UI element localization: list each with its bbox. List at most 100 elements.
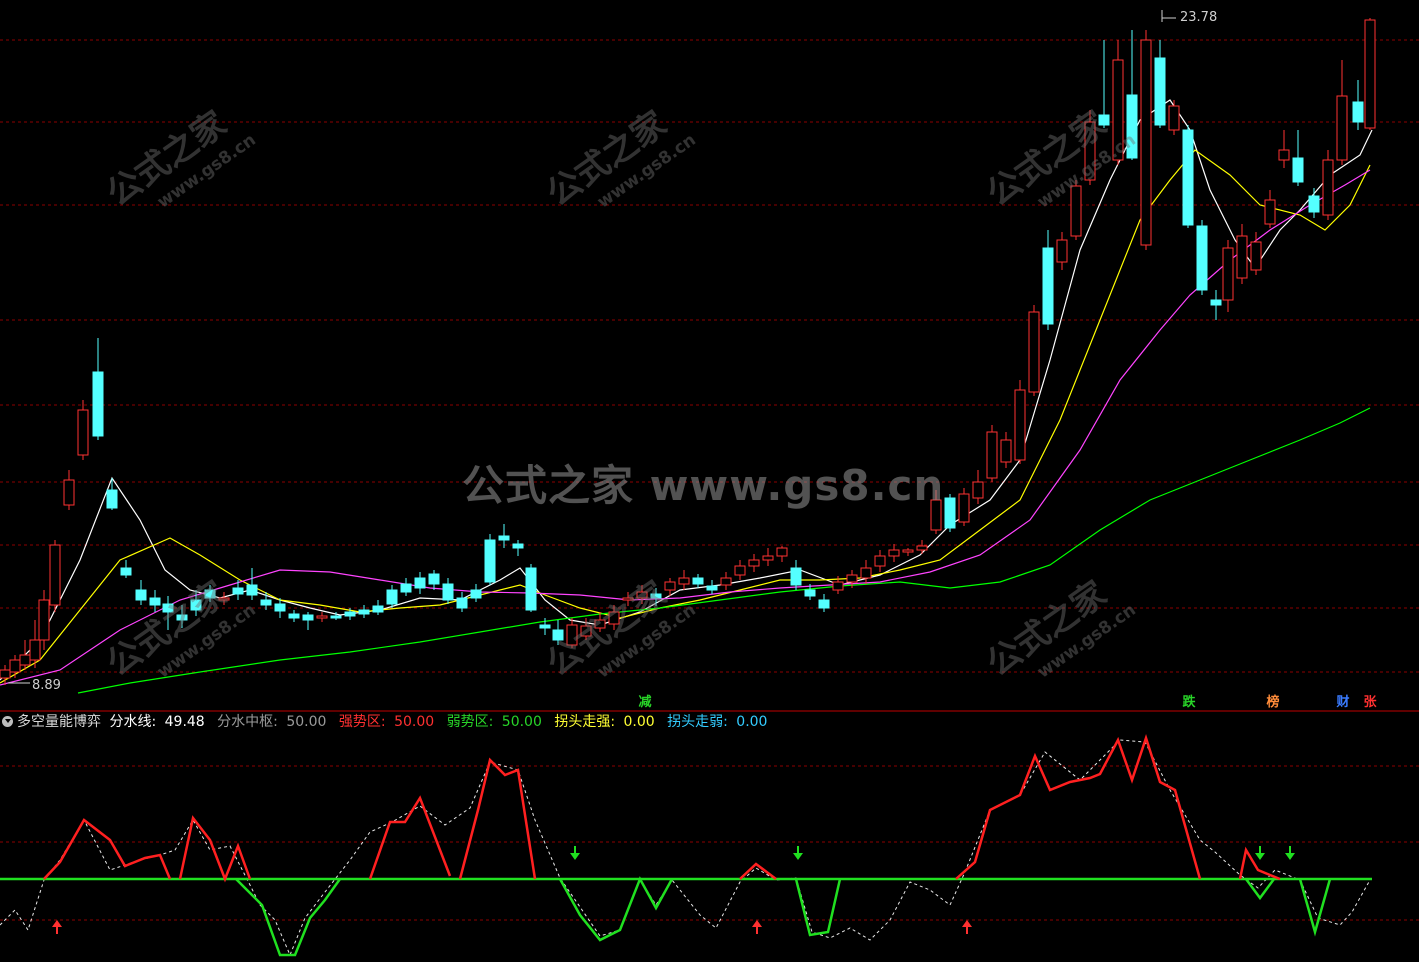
candle-body — [874, 555, 886, 567]
candle-body — [860, 567, 872, 579]
candle-body — [77, 409, 89, 456]
watershed-line — [0, 739, 1371, 957]
candle-body — [1222, 247, 1234, 301]
candle-body — [1182, 129, 1194, 226]
candle-body — [0, 669, 11, 679]
candle-body — [246, 584, 258, 596]
candle-body — [316, 615, 328, 619]
field-guaitouzouqiang: 拐头走强: 0.00 — [554, 714, 655, 730]
candle-body — [1042, 247, 1054, 325]
candle-body — [386, 589, 398, 605]
candle-body — [916, 545, 928, 551]
candle-body — [1028, 311, 1040, 393]
candle-body — [1336, 95, 1348, 161]
candle-body — [1308, 195, 1320, 213]
tag-zhang[interactable]: 张 — [1361, 694, 1379, 711]
strong-segment — [739, 862, 777, 880]
tag-cai[interactable]: 财 — [1334, 694, 1352, 711]
weak-segment — [794, 878, 842, 937]
low-price-label: 8.89 — [32, 678, 61, 693]
candle-body — [1056, 239, 1068, 263]
center-watermark: 公式之家 www.gs8.cn — [462, 461, 945, 510]
candle-body — [818, 599, 830, 609]
candle-body — [428, 573, 440, 585]
candle-body — [776, 547, 788, 557]
tag-bang[interactable]: 榜 — [1264, 694, 1282, 711]
candle-body — [1322, 159, 1334, 216]
candle-body — [358, 609, 370, 615]
candle-body — [1070, 185, 1082, 237]
candle-body — [790, 567, 802, 586]
candle-body — [106, 489, 118, 509]
strong-segment — [458, 757, 537, 880]
candle-body — [678, 577, 690, 585]
candle-body — [19, 654, 31, 666]
candle-body — [400, 583, 412, 593]
candle-body — [986, 431, 998, 479]
candle-body — [1196, 225, 1208, 291]
candle-body — [1278, 149, 1290, 161]
buy-arrow-icon — [52, 920, 62, 927]
candle-body — [442, 583, 454, 601]
candle-body — [1210, 299, 1222, 306]
candle-body — [344, 611, 356, 617]
indicator-header: 多空量能博弈 分水线: 49.48 分水中枢: 50.00 强势区: 50.00… — [0, 711, 1419, 733]
field-guaitouzouruo: 拐头走弱: 0.00 — [667, 714, 768, 730]
ma60-line — [77, 407, 1371, 694]
high-price-label: 23.78 — [1180, 10, 1218, 25]
candle-body — [748, 559, 760, 567]
candle-body — [846, 574, 858, 583]
field-qiangshiqu: 强势区: 50.00 — [338, 714, 435, 730]
tag-jian[interactable]: 减 — [636, 694, 654, 711]
candle-body — [720, 577, 732, 586]
sell-arrow-icon — [570, 853, 580, 860]
candle-body — [832, 581, 844, 591]
weak-segment — [1244, 878, 1276, 901]
candle-body — [330, 615, 342, 619]
candle-body — [92, 371, 104, 437]
field-fenshuixian: 分水线: 49.48 — [109, 714, 205, 730]
candle-body — [1364, 19, 1376, 129]
sell-arrow-icon — [793, 853, 803, 860]
candle-body — [734, 565, 746, 576]
sell-arrow-icon — [1255, 853, 1265, 860]
candle-body — [456, 597, 468, 609]
sell-arrow-icon — [1285, 853, 1295, 860]
candle-body — [512, 543, 524, 549]
candle-body — [414, 577, 426, 589]
strong-segment — [955, 733, 1202, 880]
candle-body — [1014, 389, 1026, 461]
indicator-name[interactable]: 多空量能博弈 — [17, 714, 101, 730]
weak-segment — [558, 876, 674, 942]
candle-body — [762, 555, 774, 561]
candle-body — [1154, 57, 1166, 126]
candle-body — [38, 599, 50, 641]
candle-body — [470, 589, 482, 599]
candle-body — [120, 567, 132, 576]
candle-body — [1352, 101, 1364, 123]
strong-segment — [43, 818, 172, 880]
candle-body — [1250, 241, 1262, 271]
candle-body — [1264, 199, 1276, 225]
candle-body — [888, 549, 900, 557]
strong-segment — [368, 795, 452, 880]
candle-body — [1140, 39, 1152, 246]
tag-die[interactable]: 跌 — [1180, 694, 1198, 711]
candle-body — [972, 481, 984, 499]
candle-body — [498, 535, 510, 541]
candle-body — [63, 479, 75, 506]
field-ruoshiqu: 弱势区: 50.00 — [446, 714, 542, 730]
candle-body — [1236, 235, 1248, 279]
weak-segment — [235, 878, 342, 957]
candle-body — [288, 613, 300, 619]
candle-body — [135, 589, 147, 601]
candle-body — [260, 599, 272, 606]
dropdown-icon[interactable] — [2, 716, 13, 727]
candle-body — [804, 589, 816, 597]
candle-body — [706, 585, 718, 591]
candle-body — [29, 639, 41, 661]
candle-body — [484, 539, 496, 583]
candle-body — [49, 544, 61, 606]
candle-body — [1168, 105, 1180, 131]
candle-body — [9, 659, 21, 673]
